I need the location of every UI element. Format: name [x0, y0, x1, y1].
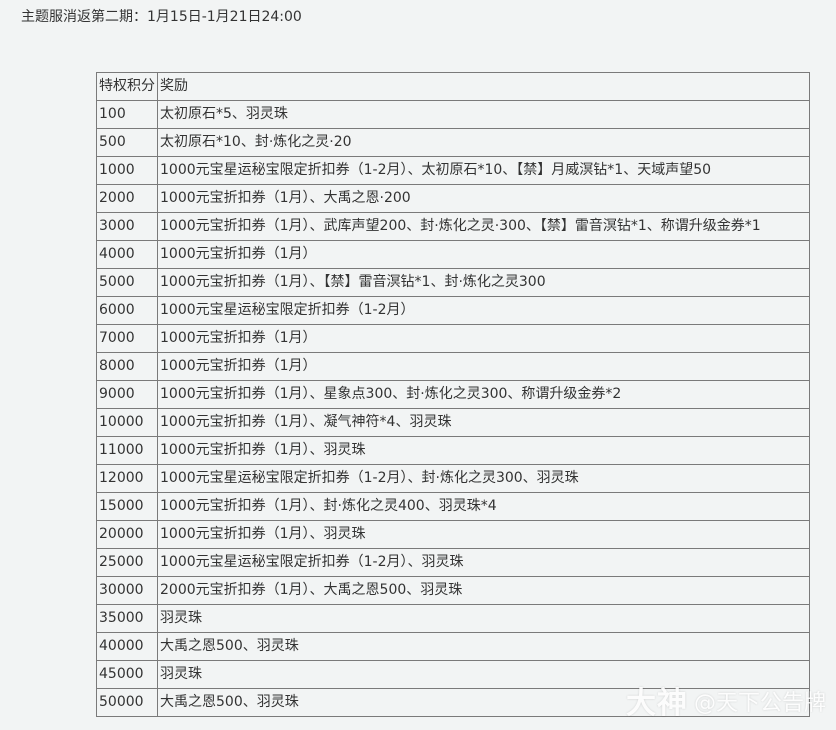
reward-cell: 1000元宝折扣券（1月）、封·炼化之灵400、羽灵珠*4 [157, 492, 810, 521]
table-row: 500 太初原石*10、封·炼化之灵·20 [96, 128, 810, 157]
reward-cell: 1000元宝折扣券（1月）、羽灵珠 [157, 436, 810, 465]
points-cell: 15000 [96, 492, 158, 521]
points-cell: 25000 [96, 548, 158, 577]
table-header-row: 特权积分 奖励 [96, 72, 810, 101]
points-cell: 100 [96, 100, 158, 129]
reward-cell: 大禹之恩500、羽灵珠 [157, 632, 810, 661]
reward-cell: 羽灵珠 [157, 660, 810, 689]
reward-cell: 2000元宝折扣券（1月）、大禹之恩500、羽灵珠 [157, 576, 810, 605]
points-cell: 12000 [96, 464, 158, 493]
points-cell: 11000 [96, 436, 158, 465]
table-row: 35000 羽灵珠 [96, 604, 810, 633]
table-row: 25000 1000元宝星运秘宝限定折扣券（1-2月）、羽灵珠 [96, 548, 810, 577]
points-cell: 2000 [96, 184, 158, 213]
reward-table: 特权积分 奖励 100 太初原石*5、羽灵珠 500 太初原石*10、封·炼化之灵·2… [96, 72, 810, 717]
table-row: 5000 1000元宝折扣券（1月）、【禁】雷音溟钻*1、封·炼化之灵300 [96, 268, 810, 297]
points-cell: 35000 [96, 604, 158, 633]
reward-cell: 太初原石*5、羽灵珠 [157, 100, 810, 129]
points-cell: 7000 [96, 324, 158, 353]
points-cell: 1000 [96, 156, 158, 185]
points-cell: 9000 [96, 380, 158, 409]
table-row: 3000 1000元宝折扣券（1月）、武库声望200、封·炼化之灵·300、【禁】… [96, 212, 810, 241]
table-row: 8000 1000元宝折扣券（1月） [96, 352, 810, 381]
reward-cell: 1000元宝折扣券（1月） [157, 324, 810, 353]
points-cell: 20000 [96, 520, 158, 549]
table-row: 1000 1000元宝星运秘宝限定折扣券（1-2月）、太初原石*10、【禁】月威溟… [96, 156, 810, 185]
column-header-reward: 奖励 [157, 72, 810, 101]
watermark-text: @天下公告牌 [693, 691, 826, 716]
reward-cell: 1000元宝星运秘宝限定折扣券（1-2月）、太初原石*10、【禁】月威溟钻*1、… [157, 156, 810, 185]
table-row: 20000 1000元宝折扣券（1月）、羽灵珠 [96, 520, 810, 549]
table-row: 100 太初原石*5、羽灵珠 [96, 100, 810, 129]
points-cell: 8000 [96, 352, 158, 381]
reward-cell: 1000元宝折扣券（1月）、羽灵珠 [157, 520, 810, 549]
table-row: 40000 大禹之恩500、羽灵珠 [96, 632, 810, 661]
reward-cell: 1000元宝折扣券（1月）、【禁】雷音溟钻*1、封·炼化之灵300 [157, 268, 810, 297]
reward-cell: 1000元宝星运秘宝限定折扣券（1-2月）、封·炼化之灵300、羽灵珠 [157, 464, 810, 493]
table-row: 15000 1000元宝折扣券（1月）、封·炼化之灵400、羽灵珠*4 [96, 492, 810, 521]
reward-cell: 太初原石*10、封·炼化之灵·20 [157, 128, 810, 157]
watermark-logo: 大神 [625, 686, 688, 721]
points-cell: 4000 [96, 240, 158, 269]
points-cell: 5000 [96, 268, 158, 297]
points-cell: 3000 [96, 212, 158, 241]
points-cell: 45000 [96, 660, 158, 689]
table-row: 6000 1000元宝星运秘宝限定折扣券（1-2月） [96, 296, 810, 325]
page-heading: 主题服消返第二期：1月15日-1月21日24:00 [21, 9, 302, 25]
table-row: 45000 羽灵珠 [96, 660, 810, 689]
reward-cell: 羽灵珠 [157, 604, 810, 633]
column-header-points: 特权积分 [96, 72, 158, 101]
points-cell: 6000 [96, 296, 158, 325]
table-row: 2000 1000元宝折扣券（1月）、大禹之恩·200 [96, 184, 810, 213]
reward-cell: 1000元宝星运秘宝限定折扣券（1-2月）、羽灵珠 [157, 548, 810, 577]
points-cell: 500 [96, 128, 158, 157]
table-row: 4000 1000元宝折扣券（1月） [96, 240, 810, 269]
points-cell: 50000 [96, 688, 158, 717]
points-cell: 30000 [96, 576, 158, 605]
points-cell: 10000 [96, 408, 158, 437]
reward-cell: 1000元宝折扣券（1月）、凝气神符*4、羽灵珠 [157, 408, 810, 437]
table-row: 30000 2000元宝折扣券（1月）、大禹之恩500、羽灵珠 [96, 576, 810, 605]
table-row: 10000 1000元宝折扣券（1月）、凝气神符*4、羽灵珠 [96, 408, 810, 437]
reward-cell: 1000元宝星运秘宝限定折扣券（1-2月） [157, 296, 810, 325]
reward-cell: 1000元宝折扣券（1月）、大禹之恩·200 [157, 184, 810, 213]
reward-cell: 1000元宝折扣券（1月）、武库声望200、封·炼化之灵·300、【禁】雷音溟钻… [157, 212, 810, 241]
reward-cell: 1000元宝折扣券（1月） [157, 352, 810, 381]
table-row: 9000 1000元宝折扣券（1月）、星象点300、封·炼化之灵300、称谓升级金… [96, 380, 810, 409]
reward-cell: 1000元宝折扣券（1月）、星象点300、封·炼化之灵300、称谓升级金券*2 [157, 380, 810, 409]
points-cell: 40000 [96, 632, 158, 661]
watermark: 大神 @天下公告牌 [626, 686, 826, 722]
table-row: 7000 1000元宝折扣券（1月） [96, 324, 810, 353]
reward-cell: 1000元宝折扣券（1月） [157, 240, 810, 269]
table-row: 12000 1000元宝星运秘宝限定折扣券（1-2月）、封·炼化之灵300、羽灵珠 [96, 464, 810, 493]
table-row: 11000 1000元宝折扣券（1月）、羽灵珠 [96, 436, 810, 465]
